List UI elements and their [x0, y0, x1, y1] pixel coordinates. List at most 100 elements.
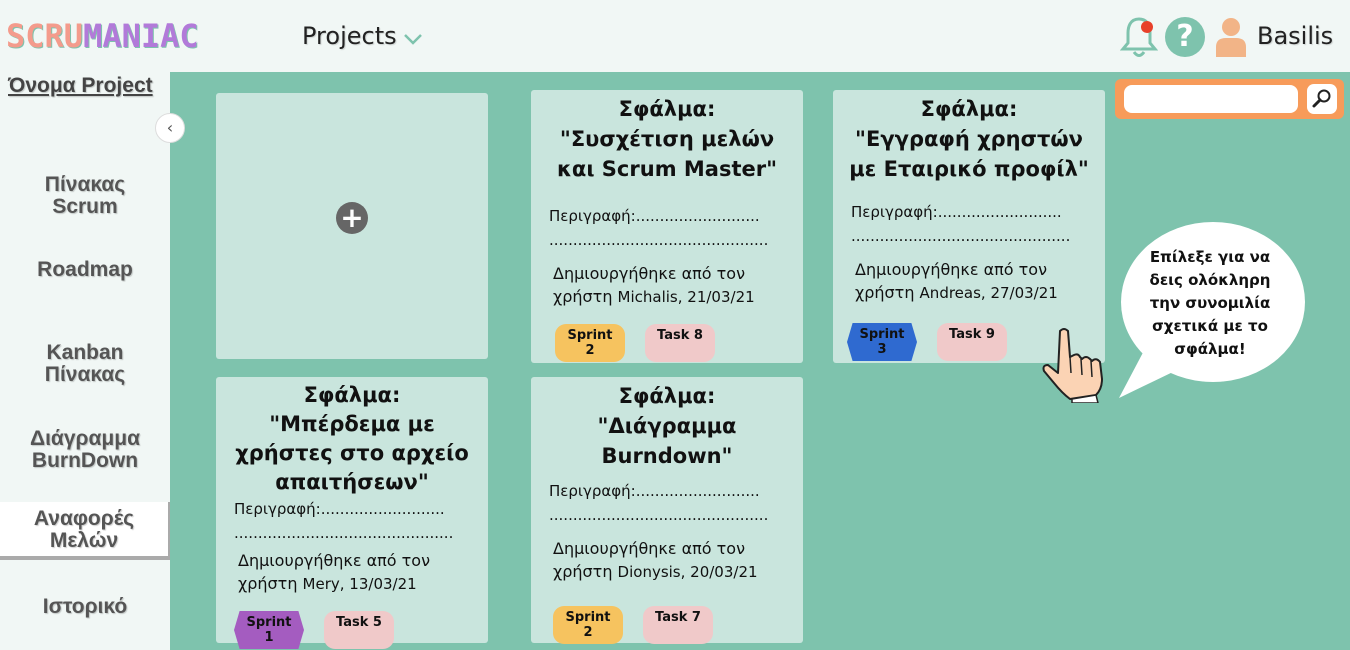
sidebar-item-burndown[interactable]: Διάγραμμα BurnDown: [0, 428, 170, 472]
sidebar-item-label: Αναφορές: [33, 507, 135, 530]
description-line: Περιγραφή:..........................: [234, 500, 445, 518]
created-prefix: χρήστη: [553, 562, 613, 581]
card-description: Περιγραφή:.......................... ...…: [833, 200, 1105, 248]
bug-card[interactable]: Σφάλμα: "Εγγραφή χρηστών με Εταιρικό προ…: [833, 90, 1105, 363]
search-button[interactable]: [1307, 84, 1337, 114]
projects-menu[interactable]: Projects: [302, 22, 423, 50]
created-line: Δημιουργήθηκε από τον: [855, 260, 1047, 279]
card-description: Περιγραφή:.......................... ...…: [216, 497, 488, 545]
sidebar-item-label: Roadmap: [37, 258, 133, 281]
sidebar-item-label: Διάγραμμα: [29, 427, 141, 450]
card-title-line: "Διάγραμμα: [597, 414, 737, 438]
sidebar-item-kanban[interactable]: Kanban Πίνακας: [0, 342, 170, 386]
card-created-by: Δημιουργήθηκε από τον χρήστη Andreas, 27…: [833, 258, 1105, 305]
top-bar: SCRU MANIAC Projects ? Basilis: [0, 0, 1350, 72]
sidebar-item-label: Scrum: [52, 195, 118, 218]
bubble-line: σχετικά με το: [1152, 317, 1268, 335]
card-created-by: Δημιουργήθηκε από τον χρήστη Mery, 13/03…: [216, 549, 488, 596]
username[interactable]: Basilis: [1257, 22, 1333, 50]
sidebar-item-label: Πίνακας: [44, 363, 126, 386]
sprint-badge[interactable]: Sprint 3: [847, 323, 917, 361]
bug-card[interactable]: Σφάλμα: "Διάγραμμα Burndown" Περιγραφή:.…: [531, 377, 803, 644]
description-line: ........................................…: [549, 506, 769, 524]
sprint-badge[interactable]: Sprint 1: [234, 611, 304, 649]
sidebar-item-label: Πίνακας: [44, 173, 126, 196]
project-name[interactable]: Όνομα Project: [8, 74, 153, 98]
bug-card[interactable]: Σφάλμα: "Μπέρδεμα με χρήστες στο αρχείο …: [216, 377, 488, 649]
sidebar: Όνομα Project ‹ Πίνακας Scrum Roadmap Ka…: [0, 72, 185, 650]
card-title-line: απαιτήσεων": [275, 470, 429, 494]
bubble-line: σφάλμα!: [1174, 340, 1246, 358]
bubble-line: την συνομιλία: [1149, 294, 1271, 312]
card-title-line: "Συσχέτιση μελών: [559, 127, 775, 151]
pointing-hand-icon: [1042, 328, 1103, 403]
created-line: Δημιουργήθηκε από τον: [553, 539, 745, 558]
sidebar-item-history[interactable]: Ιστορικό: [0, 596, 170, 618]
sidebar-item-label: BurnDown: [31, 449, 139, 472]
sidebar-item-label: Kanban: [46, 341, 124, 364]
card-title-line: Burndown": [601, 444, 733, 468]
card-title-line: Σφάλμα:: [618, 97, 716, 121]
plus-icon[interactable]: +: [336, 202, 368, 234]
task-badge[interactable]: Task 5: [324, 611, 394, 649]
sidebar-item-scrum-board[interactable]: Πίνακας Scrum: [0, 174, 170, 218]
bug-card[interactable]: Σφάλμα: "Συσχέτιση μελών και Scrum Maste…: [531, 90, 803, 363]
created-prefix: χρήστη: [238, 574, 298, 593]
card-title-line: και Scrum Master": [556, 157, 778, 181]
card-title-line: με Εταιρικό προφίλ": [849, 157, 1089, 181]
search-icon: [1312, 89, 1331, 108]
created-user-date: Mery, 13/03/21: [302, 575, 417, 593]
bubble-hint-text: Επίλεξε για να δεις ολόκληρη την συνομιλ…: [1144, 246, 1276, 361]
card-title: Σφάλμα: "Συσχέτιση μελών και Scrum Maste…: [531, 90, 803, 184]
created-user-date: Andreas, 27/03/21: [919, 284, 1058, 302]
created-user-date: Dionysis, 20/03/21: [617, 563, 758, 581]
created-user-date: Michalis, 21/03/21: [617, 288, 755, 306]
card-title: Σφάλμα: "Διάγραμμα Burndown": [531, 377, 803, 471]
sprint-badge[interactable]: Sprint 2: [555, 324, 625, 362]
user-icon[interactable]: [1214, 15, 1248, 59]
description-line: Περιγραφή:..........................: [549, 207, 760, 225]
help-icon[interactable]: ?: [1165, 17, 1205, 57]
projects-label: Projects: [302, 22, 397, 50]
description-line: Περιγραφή:..........................: [549, 482, 760, 500]
sidebar-item-label: Μελών: [49, 529, 119, 552]
card-title-line: Σφάλμα:: [618, 384, 716, 408]
card-description: Περιγραφή:.......................... ...…: [531, 204, 803, 252]
description-line: Περιγραφή:..........................: [851, 203, 1062, 221]
card-title-line: "Μπέρδεμα με: [269, 412, 435, 436]
logo-text-maniac: MANIAC: [83, 17, 199, 55]
sidebar-item-member-reports[interactable]: Αναφορές Μελών: [0, 502, 172, 560]
description-line: ........................................…: [549, 231, 769, 249]
collapse-sidebar-button[interactable]: ‹: [155, 113, 185, 143]
card-title-line: χρήστες στο αρχείο: [235, 441, 469, 465]
task-badge[interactable]: Task 7: [643, 606, 713, 644]
app-logo[interactable]: SCRU MANIAC: [6, 16, 199, 56]
main-content: + Σφάλμα: "Συσχέτιση μελών και Scrum Mas…: [170, 72, 1350, 650]
card-title-line: Σφάλμα:: [303, 383, 401, 407]
sprint-badge[interactable]: Sprint 2: [553, 606, 623, 644]
task-badge[interactable]: Task 9: [937, 323, 1007, 361]
card-description: Περιγραφή:.......................... ...…: [531, 479, 803, 527]
search-input[interactable]: [1124, 85, 1298, 113]
created-prefix: χρήστη: [855, 283, 915, 302]
card-title: Σφάλμα: "Μπέρδεμα με χρήστες στο αρχείο …: [216, 377, 488, 497]
created-prefix: χρήστη: [553, 287, 613, 306]
created-line: Δημιουργήθηκε από τον: [553, 264, 745, 283]
chevron-down-icon: [403, 34, 422, 45]
card-created-by: Δημιουργήθηκε από τον χρήστη Michalis, 2…: [531, 262, 803, 309]
card-title: Σφάλμα: "Εγγραφή χρηστών με Εταιρικό προ…: [833, 90, 1105, 184]
add-report-card[interactable]: +: [216, 93, 488, 359]
search-bar: [1115, 79, 1344, 119]
bell-icon[interactable]: [1120, 15, 1158, 59]
logo-text-scru: SCRU: [6, 17, 84, 55]
description-line: ........................................…: [234, 524, 454, 542]
sidebar-item-roadmap[interactable]: Roadmap: [0, 259, 170, 281]
card-created-by: Δημιουργήθηκε από τον χρήστη Dionysis, 2…: [531, 537, 803, 584]
task-badge[interactable]: Task 8: [645, 324, 715, 362]
created-line: Δημιουργήθηκε από τον: [238, 551, 430, 570]
bubble-line: δεις ολόκληρη: [1149, 271, 1271, 289]
description-line: ........................................…: [851, 227, 1071, 245]
bubble-line: Επίλεξε για να: [1149, 248, 1271, 266]
notification-dot: [1141, 21, 1153, 33]
card-title-line: Σφάλμα:: [920, 97, 1018, 121]
